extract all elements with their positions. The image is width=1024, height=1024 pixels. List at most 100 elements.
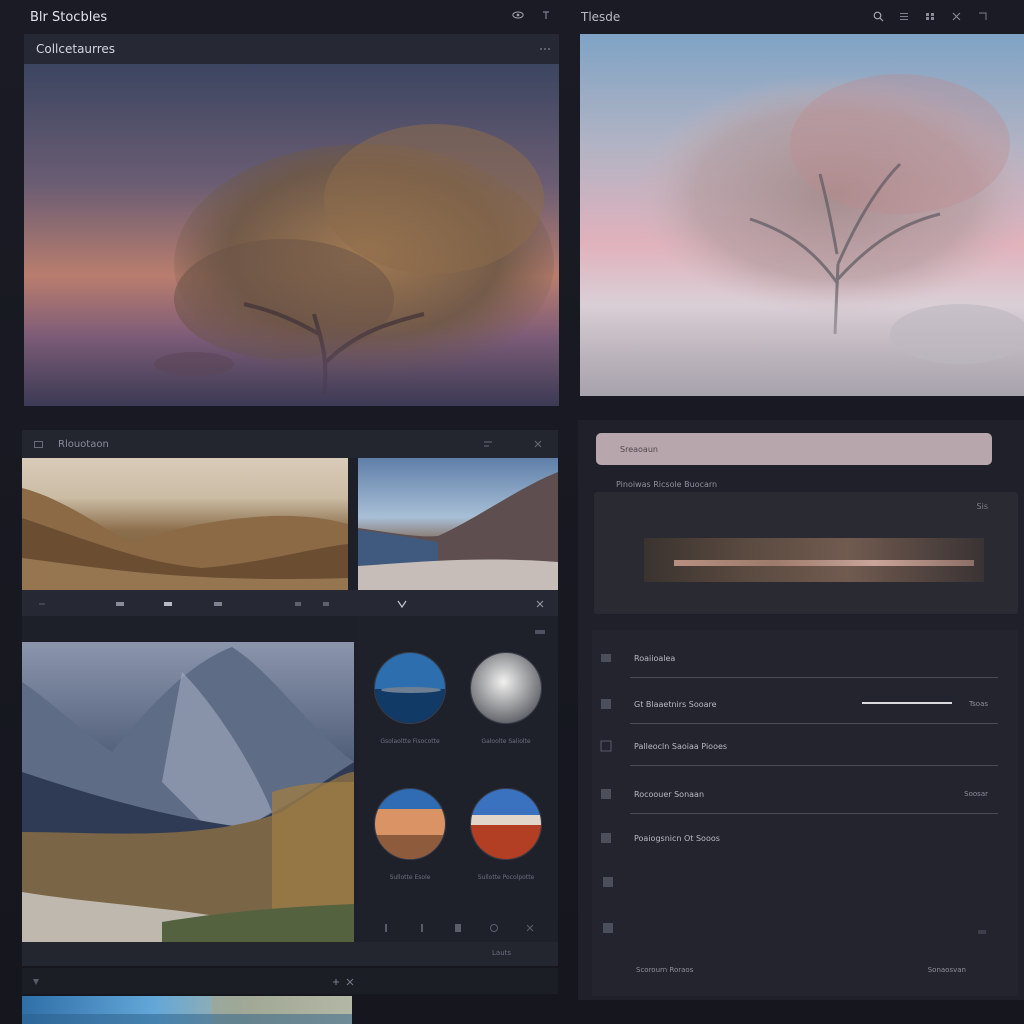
setting-row[interactable]: Poaiogsnicn Ot Sooos [592,822,1018,858]
preview-stripe [674,560,974,566]
top-bar: Blr Stocbles [0,0,570,34]
grid-icon[interactable] [924,10,936,22]
settings-list: Roaiioalea Gt Blaaetnirs Sooare Tsoas Pa… [592,630,1018,996]
preset-caption: Galoolte Saliolte [481,738,531,745]
thumbnail-lake[interactable] [358,458,558,590]
featured-tree-image[interactable] [24,64,559,406]
settings-subheading: Pinoiwas Ricsole Buocarn [616,480,718,489]
setting-label: Palleocln Saoiaa Piooes [634,742,728,751]
preview-corner-label: Sis [976,502,988,511]
more-icon[interactable] [539,43,551,55]
close-icon[interactable] [532,438,544,450]
filmstrip-header [22,968,558,994]
divider [630,677,998,678]
preview-image[interactable] [580,34,1024,396]
browser-panel: Rlouotaon Gsolaoltte Fisocotte Galoolte … [22,430,558,966]
preset-swatch[interactable] [374,788,446,860]
back-icon[interactable] [36,598,48,610]
app-title: Blr Stocbles [30,9,108,25]
flag-icon[interactable] [114,598,126,610]
export-icon[interactable] [602,922,614,934]
adjust-icon [600,652,612,664]
page-label: Lauts [492,949,512,957]
thumbnail-valley[interactable] [22,458,348,590]
preset-item[interactable]: Sullotte Pocolpotte [468,788,544,881]
search-input[interactable]: Sreaoaun [596,433,992,465]
preset-caption: Gsolaoltte Fisocotte [380,738,440,745]
menu-icon[interactable] [898,10,910,22]
preset-caption: Sullotte Pocolpotte [477,874,535,881]
presets-toolbar [358,922,558,934]
browser-footer: Lauts [22,942,558,966]
setting-row[interactable]: Roaiioalea [592,642,1018,678]
share-icon[interactable] [320,598,332,610]
reset-button[interactable]: Scorourn Roraos [636,966,693,974]
exposure-slider[interactable] [862,702,952,704]
filmstrip-thumbnail[interactable] [22,996,352,1024]
preview-title: Tlesde [581,10,621,24]
preset-caption: Sullotte Esole [389,874,431,881]
preview-toolbar: Tlesde [575,0,1024,34]
browser-header: Rlouotaon [22,430,356,458]
setting-label: Poaiogsnicn Ot Sooos [634,834,720,843]
refresh-icon[interactable] [488,922,500,934]
contrast-icon [600,740,612,752]
close-icon[interactable] [344,976,356,988]
setting-row[interactable]: Rocoouer Sonaan Soosar [592,778,1018,814]
detail-icon [600,832,612,844]
layers-icon[interactable] [452,922,464,934]
settings-panel: Sreaoaun Pinoiwas Ricsole Buocarn Sis Ro… [578,420,1024,1000]
tag-icon[interactable] [212,598,224,610]
collections-header: Collcetaurres [24,34,559,64]
color-icon [600,788,612,800]
options-icon[interactable] [534,626,546,638]
thumbnail-mountain[interactable] [22,642,354,942]
divider [630,813,998,814]
setting-label: Rocoouer Sonaan [634,790,705,799]
preset-swatch[interactable] [374,652,446,724]
preset-item[interactable]: Sullotte Esole [372,788,448,881]
setting-value: Soosar [964,790,988,798]
folder-icon[interactable] [32,438,44,450]
setting-value: Tsoas [969,700,988,708]
exposure-icon [600,698,612,710]
preset-item[interactable]: Gsolaoltte Fisocotte [372,652,448,745]
brush-icon[interactable] [380,922,392,934]
presets-panel: Gsolaoltte Fisocotte Galoolte Saliolte S… [358,616,558,942]
more-icon[interactable] [976,926,988,938]
sort-icon[interactable] [482,438,494,450]
crop-icon[interactable] [602,876,614,888]
crop-icon[interactable] [416,922,428,934]
setting-row[interactable]: Palleocln Saoiaa Piooes [592,730,1018,766]
preview-card[interactable]: Sis [594,492,1018,614]
preset-swatch[interactable] [470,788,542,860]
search-placeholder: Sreaoaun [620,444,658,454]
preset-swatch[interactable] [470,652,542,724]
setting-label: Gt Blaaetnirs Sooare [634,700,717,709]
eye-icon[interactable] [512,9,524,21]
expand-icon[interactable] [976,10,988,22]
preview-strip [644,538,984,582]
browser-header-tools [356,430,558,458]
copy-icon[interactable] [292,598,304,610]
setting-label: Roaiioalea [634,654,676,663]
setting-row[interactable]: Gt Blaaetnirs Sooare Tsoas [592,688,1018,724]
star-icon[interactable] [396,598,408,610]
heart-icon[interactable] [162,598,174,610]
settings-icon[interactable] [524,922,536,934]
pin-icon[interactable] [540,9,552,21]
search-icon[interactable] [872,10,884,22]
divider [630,723,998,724]
add-icon[interactable] [330,976,342,988]
divider [630,765,998,766]
filter-icon[interactable] [30,976,42,988]
delete-icon[interactable] [534,598,546,610]
thumbnail-toolbar [22,590,558,616]
app-window: Blr Stocbles Tlesde Collcetaurres Rlouot… [0,0,1024,1024]
close-icon[interactable] [950,10,962,22]
collections-panel: Collcetaurres [24,34,559,406]
save-button[interactable]: Sonaosvan [928,966,966,974]
collections-title: Collcetaurres [36,42,116,56]
preset-item[interactable]: Galoolte Saliolte [468,652,544,745]
browser-title: Rlouotaon [58,438,109,450]
